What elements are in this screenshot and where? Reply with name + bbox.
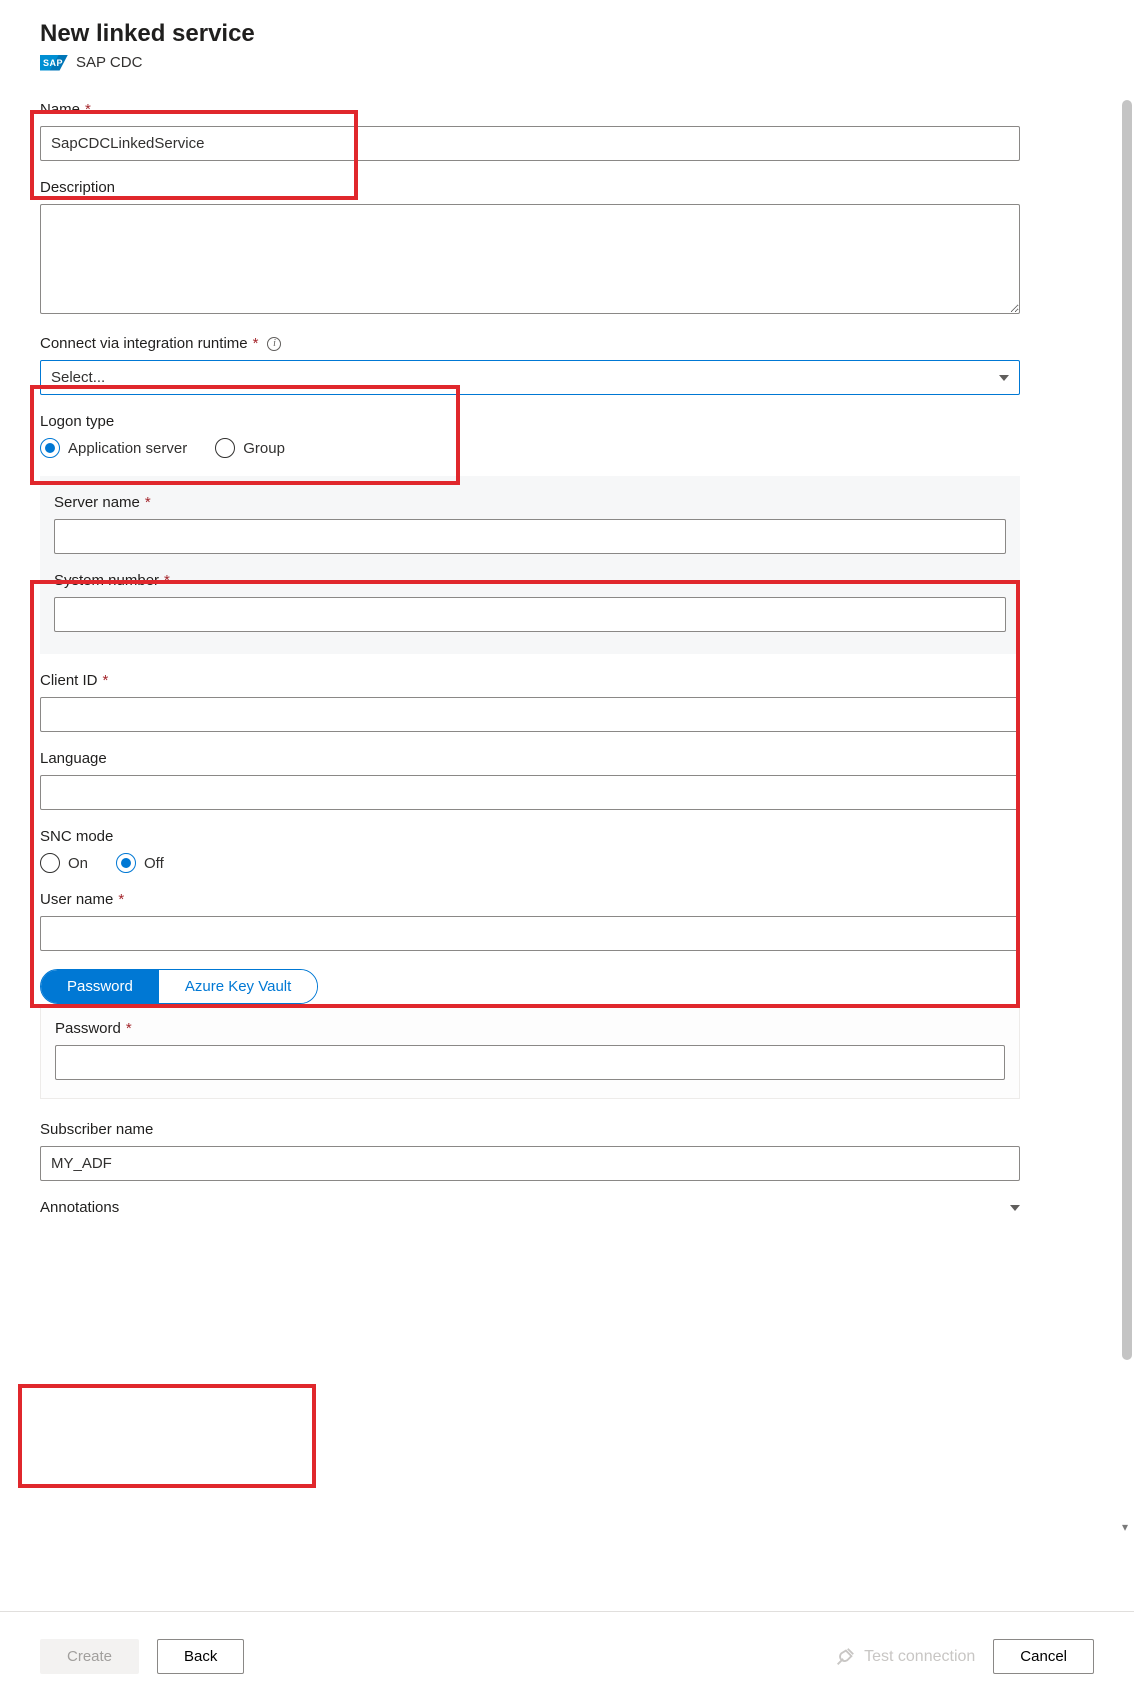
description-field: Description bbox=[40, 179, 1020, 317]
plug-icon bbox=[834, 1646, 856, 1668]
logon-app-label: Application server bbox=[68, 440, 187, 457]
logon-app-radio[interactable]: Application server bbox=[40, 438, 187, 458]
user-name-input[interactable] bbox=[40, 916, 1020, 951]
password-box: Password * bbox=[40, 1004, 1020, 1099]
system-number-label-text: System number bbox=[54, 572, 159, 589]
radio-icon bbox=[40, 853, 60, 873]
user-name-field: User name * bbox=[40, 891, 1020, 951]
password-input[interactable] bbox=[55, 1045, 1005, 1080]
tab-azure-key-vault[interactable]: Azure Key Vault bbox=[159, 970, 317, 1003]
page-title: New linked service bbox=[40, 20, 1134, 48]
password-label-text: Password bbox=[55, 1020, 121, 1037]
server-panel: Server name * System number * bbox=[40, 476, 1020, 654]
snc-on-radio[interactable]: On bbox=[40, 853, 88, 873]
subscriber-name-label: Subscriber name bbox=[40, 1121, 1020, 1138]
sap-logo-icon: SAP bbox=[40, 55, 68, 71]
snc-mode-label: SNC mode bbox=[40, 828, 1020, 845]
radio-icon-checked bbox=[116, 853, 136, 873]
system-number-field: System number * bbox=[54, 572, 1006, 632]
server-name-field: Server name * bbox=[54, 494, 1006, 554]
scroll-down-arrow[interactable]: ▾ bbox=[1118, 1520, 1132, 1534]
connector-type-label: SAP CDC bbox=[76, 54, 142, 71]
tab-password[interactable]: Password bbox=[41, 970, 159, 1003]
required-asterisk: * bbox=[164, 572, 170, 589]
server-name-label-text: Server name bbox=[54, 494, 140, 511]
annotations-section[interactable]: Annotations bbox=[40, 1199, 1020, 1216]
logon-type-field: Logon type Application server Group bbox=[40, 413, 1020, 458]
required-asterisk: * bbox=[145, 494, 151, 511]
system-number-input[interactable] bbox=[54, 597, 1006, 632]
name-field: Name * bbox=[40, 101, 1020, 161]
scrollbar-thumb[interactable] bbox=[1122, 100, 1132, 1360]
runtime-label-text: Connect via integration runtime bbox=[40, 335, 248, 352]
client-id-label-text: Client ID bbox=[40, 672, 98, 689]
create-button[interactable]: Create bbox=[40, 1639, 139, 1674]
user-name-label-text: User name bbox=[40, 891, 113, 908]
radio-icon-checked bbox=[40, 438, 60, 458]
description-label: Description bbox=[40, 179, 1020, 196]
client-id-input[interactable] bbox=[40, 697, 1020, 732]
required-asterisk: * bbox=[85, 101, 91, 118]
user-name-label: User name * bbox=[40, 891, 1020, 908]
password-section: Password Azure Key Vault Password * bbox=[40, 969, 1020, 1099]
snc-mode-field: SNC mode On Off bbox=[40, 828, 1020, 873]
password-label: Password * bbox=[55, 1020, 1005, 1037]
name-label-text: Name bbox=[40, 101, 80, 118]
cancel-button[interactable]: Cancel bbox=[993, 1639, 1094, 1674]
runtime-select[interactable]: Select... bbox=[40, 360, 1020, 395]
chevron-down-icon bbox=[999, 375, 1009, 381]
highlight-subscriber bbox=[18, 1384, 316, 1488]
description-textarea[interactable] bbox=[40, 204, 1020, 314]
runtime-placeholder: Select... bbox=[51, 369, 105, 386]
logon-type-label: Logon type bbox=[40, 413, 1020, 430]
logon-group-label: Group bbox=[243, 440, 285, 457]
required-asterisk: * bbox=[103, 672, 109, 689]
required-asterisk: * bbox=[126, 1020, 132, 1037]
form-scroll-area: New linked service SAP SAP CDC Name * De… bbox=[0, 0, 1134, 1611]
language-field: Language bbox=[40, 750, 1020, 810]
language-input[interactable] bbox=[40, 775, 1020, 810]
info-icon[interactable]: i bbox=[267, 337, 281, 351]
runtime-field: Connect via integration runtime * i Sele… bbox=[40, 335, 1020, 395]
client-id-field: Client ID * bbox=[40, 672, 1020, 732]
snc-on-label: On bbox=[68, 855, 88, 872]
name-input[interactable] bbox=[40, 126, 1020, 161]
client-id-label: Client ID * bbox=[40, 672, 1020, 689]
subscriber-name-field: Subscriber name bbox=[40, 1121, 1020, 1181]
logon-group-radio[interactable]: Group bbox=[215, 438, 285, 458]
test-connection-button[interactable]: Test connection bbox=[834, 1646, 975, 1668]
name-label: Name * bbox=[40, 101, 1020, 118]
server-name-input[interactable] bbox=[54, 519, 1006, 554]
system-number-label: System number * bbox=[54, 572, 1006, 589]
chevron-down-icon bbox=[1010, 1205, 1020, 1211]
radio-icon bbox=[215, 438, 235, 458]
snc-off-label: Off bbox=[144, 855, 164, 872]
back-button[interactable]: Back bbox=[157, 1639, 244, 1674]
footer-bar: Create Back Test connection Cancel bbox=[0, 1611, 1134, 1701]
subscriber-name-input[interactable] bbox=[40, 1146, 1020, 1181]
test-connection-label: Test connection bbox=[864, 1648, 975, 1666]
connector-type-line: SAP SAP CDC bbox=[40, 54, 1134, 71]
annotations-label: Annotations bbox=[40, 1199, 119, 1216]
language-label: Language bbox=[40, 750, 1020, 767]
required-asterisk: * bbox=[118, 891, 124, 908]
required-asterisk: * bbox=[253, 335, 259, 352]
snc-off-radio[interactable]: Off bbox=[116, 853, 164, 873]
scrollbar-track[interactable] bbox=[1118, 100, 1132, 1430]
password-tabs: Password Azure Key Vault bbox=[40, 969, 318, 1004]
runtime-label: Connect via integration runtime * i bbox=[40, 335, 1020, 352]
server-name-label: Server name * bbox=[54, 494, 1006, 511]
